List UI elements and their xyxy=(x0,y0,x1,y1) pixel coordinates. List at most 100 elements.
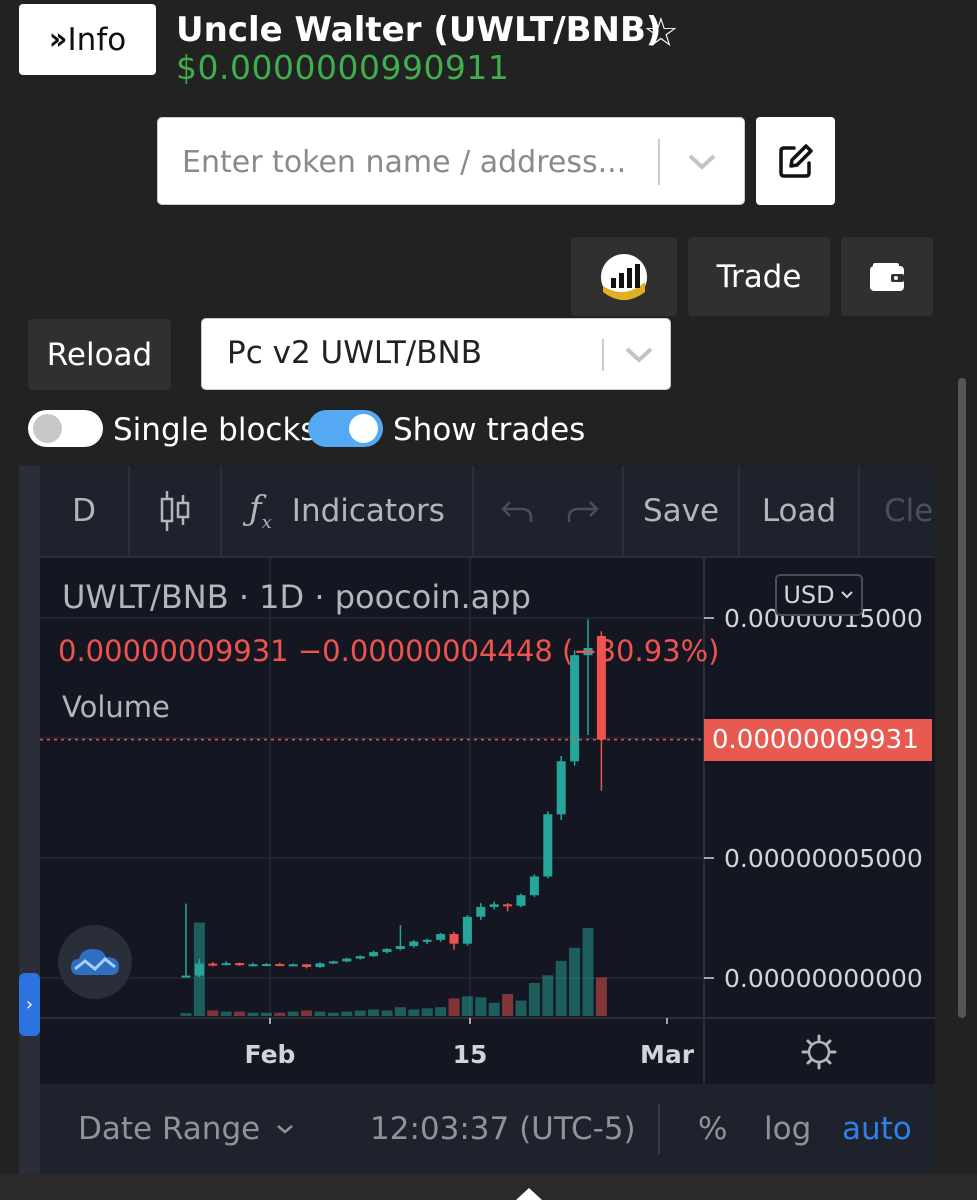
volume-bar xyxy=(394,1007,406,1016)
volume-bar xyxy=(234,1011,246,1016)
edit-button[interactable] xyxy=(756,117,835,205)
save-button[interactable]: Save xyxy=(624,466,738,556)
indicators-button[interactable]: ƒx Indicators xyxy=(222,466,472,556)
candle-body xyxy=(315,963,325,967)
chart-logo-icon xyxy=(601,253,647,300)
currency-select[interactable]: USD xyxy=(775,574,863,616)
function-icon: ƒx xyxy=(249,489,272,533)
candle-body xyxy=(382,948,392,953)
star-icon[interactable]: ☆ xyxy=(643,10,679,56)
last-price-tag: 0.00000009931 xyxy=(704,718,932,761)
clear-button-label: Cle xyxy=(884,493,934,529)
show-trades-toggle[interactable] xyxy=(308,410,383,447)
candle-body xyxy=(489,904,499,907)
candle-body xyxy=(208,963,218,966)
candle-body xyxy=(409,941,419,947)
toggle-knob xyxy=(349,414,378,443)
log-scale-toggle[interactable]: log xyxy=(764,1084,811,1174)
chart-left-rail xyxy=(19,466,40,1174)
token-title: Uncle Walter (UWLT/BNB) xyxy=(176,10,662,50)
tradingview-logo[interactable] xyxy=(58,925,132,999)
interval-button[interactable]: D xyxy=(40,466,128,556)
candle-body xyxy=(288,964,298,967)
volume-bar xyxy=(461,996,473,1016)
trade-button[interactable]: Trade xyxy=(688,237,830,316)
chevron-down-icon[interactable] xyxy=(685,150,719,174)
volume-bar xyxy=(314,1011,326,1016)
percent-scale-toggle[interactable]: % xyxy=(698,1084,727,1174)
volume-bar xyxy=(435,1007,447,1016)
volume-bar xyxy=(421,1008,433,1016)
chart-view-button[interactable] xyxy=(571,237,677,316)
show-trades-label: Show trades xyxy=(393,412,586,448)
edit-icon xyxy=(778,144,813,178)
y-tick-label: 0.00000000000 xyxy=(724,964,923,993)
candle-body xyxy=(275,964,285,967)
volume-bar xyxy=(220,1011,232,1016)
footer-strip xyxy=(0,1174,977,1200)
volume-bar xyxy=(287,1011,299,1016)
volume-bar xyxy=(354,1010,366,1016)
volume-bar xyxy=(582,928,594,1016)
undo-icon xyxy=(501,501,533,522)
chart-bottom-bar: Date Range 12:03:37 (UTC-5) % log auto xyxy=(40,1084,935,1174)
x-tick-label: Feb xyxy=(245,1040,296,1069)
wallet-button[interactable] xyxy=(841,237,933,316)
candle-body xyxy=(355,956,365,959)
redo-button[interactable] xyxy=(558,466,608,556)
bottom-divider xyxy=(658,1104,660,1154)
candle-body xyxy=(570,655,580,762)
symbol-legend: UWLT/BNB · 1D · poocoin.app xyxy=(62,578,531,616)
reload-button[interactable]: Reload xyxy=(28,319,171,390)
date-range-button[interactable]: Date Range xyxy=(78,1084,296,1174)
side-panel-tab[interactable]: › xyxy=(19,973,40,1036)
search-input[interactable] xyxy=(158,118,674,206)
candle-body xyxy=(395,946,405,949)
candle-body xyxy=(194,963,204,976)
candle-body xyxy=(422,939,432,942)
clock-display[interactable]: 12:03:37 (UTC-5) xyxy=(370,1084,636,1174)
chevron-down-icon xyxy=(840,591,853,599)
candle-body xyxy=(436,934,446,940)
date-range-label: Date Range xyxy=(78,1111,261,1147)
ohlc-legend: 0.00000009931 −0.00000004448 (−30.93%) xyxy=(58,634,720,668)
candle-body xyxy=(261,964,271,967)
x-tick-label: Mar xyxy=(640,1040,695,1069)
page-scrollbar[interactable] xyxy=(958,378,966,1018)
currency-select-value: USD xyxy=(783,581,835,609)
candle-body xyxy=(369,952,379,957)
chevron-down-icon[interactable] xyxy=(622,343,656,367)
candle-body xyxy=(302,964,312,967)
candle-body xyxy=(181,975,191,978)
candle-body xyxy=(556,761,566,815)
toolbar-divider xyxy=(472,466,474,556)
trade-button-label: Trade xyxy=(716,258,802,295)
reload-button-label: Reload xyxy=(46,336,153,373)
pair-select[interactable]: Pc v2 UWLT/BNB xyxy=(201,318,671,390)
candle-body xyxy=(248,964,258,967)
clear-button[interactable]: Cle xyxy=(860,466,959,556)
info-button[interactable]: ›› Info xyxy=(19,4,156,75)
candle-body xyxy=(543,814,553,877)
pair-divider xyxy=(602,339,604,371)
auto-scale-toggle[interactable]: auto xyxy=(842,1084,912,1174)
volume-bar xyxy=(515,1000,527,1016)
chart-style-button[interactable] xyxy=(130,466,220,556)
redo-icon xyxy=(567,501,599,522)
volume-bar xyxy=(595,977,607,1016)
caret-up-icon[interactable] xyxy=(514,1186,544,1200)
candle-body xyxy=(235,963,245,966)
volume-bar xyxy=(448,998,460,1016)
settings-gear-icon[interactable] xyxy=(801,1034,837,1070)
single-blocks-toggle[interactable] xyxy=(28,410,103,447)
load-button[interactable]: Load xyxy=(740,466,858,556)
last-price-tag-label: 0.00000009931 xyxy=(712,724,919,755)
wallet-icon xyxy=(870,262,904,291)
volume-bar xyxy=(341,1011,353,1016)
info-button-label: Info xyxy=(67,21,127,58)
candle-body xyxy=(503,904,513,907)
token-search[interactable] xyxy=(157,117,745,206)
undo-button[interactable] xyxy=(492,466,542,556)
single-blocks-label: Single blocks xyxy=(113,412,317,448)
volume-bar xyxy=(368,1009,380,1016)
